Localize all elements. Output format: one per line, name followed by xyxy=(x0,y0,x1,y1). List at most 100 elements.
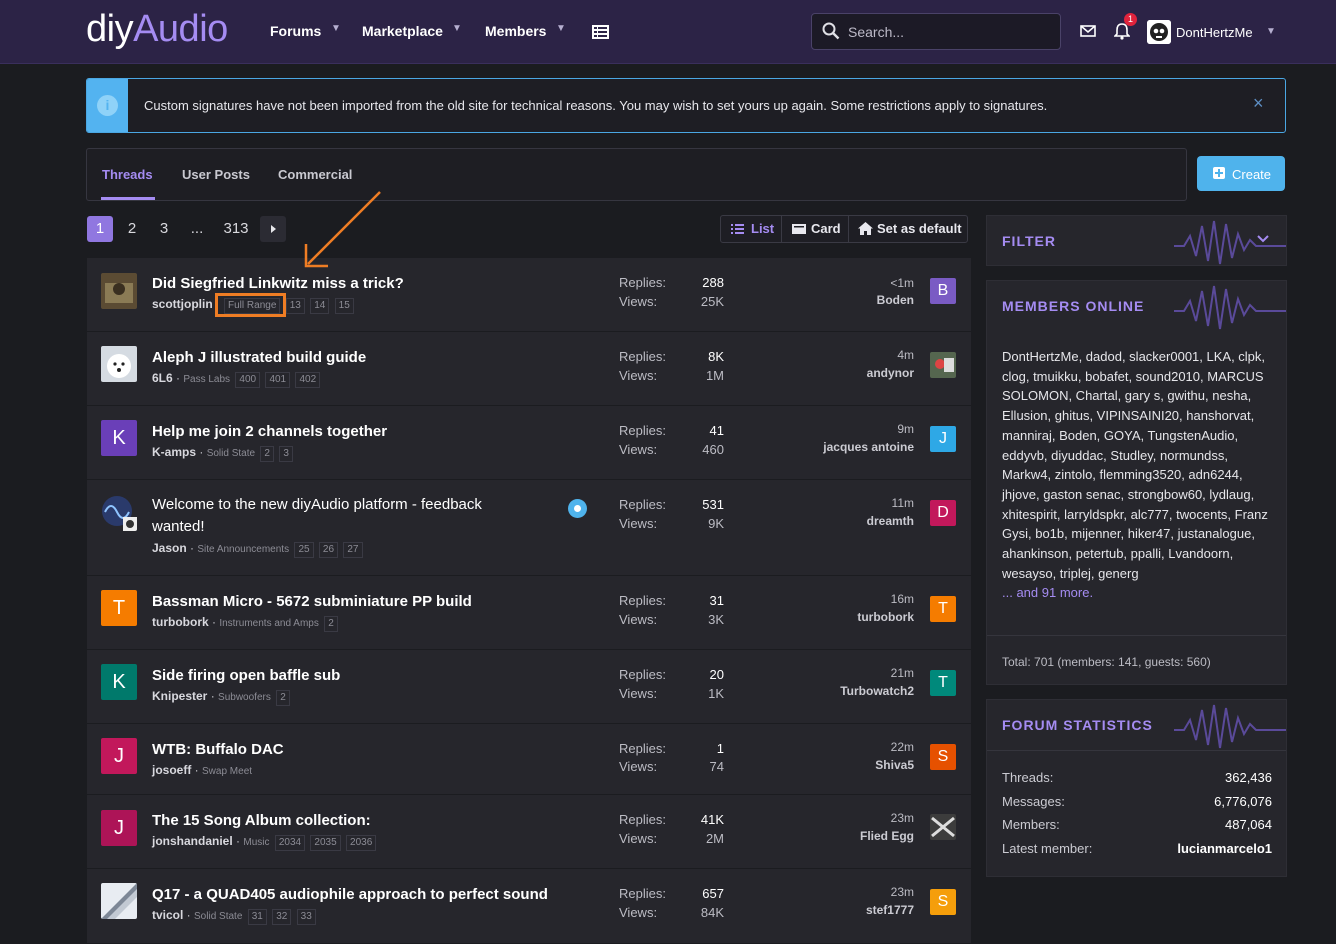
next-page-button[interactable] xyxy=(260,216,286,242)
page-link[interactable]: 33 xyxy=(296,909,316,925)
last-poster-avatar[interactable]: T xyxy=(930,596,956,622)
thread-title[interactable]: Aleph J illustrated build guide xyxy=(152,349,366,366)
last-post-user[interactable]: jacques antoine xyxy=(714,440,914,454)
last-post-time[interactable]: 9m xyxy=(784,422,914,436)
forum-link[interactable]: Pass Labs xyxy=(183,374,230,385)
thread-author-avatar[interactable]: T xyxy=(101,590,137,626)
page-link[interactable]: 401 xyxy=(265,372,291,388)
page-link[interactable]: 400 xyxy=(235,372,261,388)
last-post-time[interactable]: 23m xyxy=(784,885,914,899)
last-post-user[interactable]: turbobork xyxy=(714,610,914,624)
last-post-user[interactable]: stef1777 xyxy=(714,903,914,917)
page-ellipsis[interactable]: ... xyxy=(189,216,205,242)
thread-row[interactable]: J The 15 Song Album collection: jonshand… xyxy=(87,795,971,869)
last-poster-avatar[interactable]: J xyxy=(930,426,956,452)
last-post-time[interactable]: 22m xyxy=(784,740,914,754)
thread-row[interactable]: Aleph J illustrated build guide 6L6 · Pa… xyxy=(87,332,971,406)
latest-member-link[interactable]: lucianmarcelo1 xyxy=(1177,841,1272,856)
thread-author-avatar[interactable]: J xyxy=(101,738,137,774)
thread-row[interactable]: T Bassman Micro - 5672 subminiature PP b… xyxy=(87,576,971,650)
page-3[interactable]: 3 xyxy=(157,216,171,242)
close-icon[interactable]: × xyxy=(1253,93,1264,114)
chevron-down-icon[interactable]: ▼ xyxy=(452,23,462,34)
thread-row[interactable]: Welcome to the new diyAudio platform - f… xyxy=(87,480,971,576)
thread-author[interactable]: josoeff xyxy=(152,763,191,777)
page-link[interactable]: 402 xyxy=(295,372,321,388)
last-post-time[interactable]: 4m xyxy=(784,348,914,362)
page-link[interactable]: 2 xyxy=(260,446,274,462)
thread-author[interactable]: Jason xyxy=(152,541,187,555)
site-logo[interactable]: diyAudio xyxy=(86,8,228,51)
page-link[interactable]: 2036 xyxy=(346,835,377,851)
page-link[interactable]: 2035 xyxy=(310,835,341,851)
page-link[interactable]: 25 xyxy=(294,542,314,558)
thread-title[interactable]: Bassman Micro - 5672 subminiature PP bui… xyxy=(152,593,472,610)
search-input[interactable]: Search... xyxy=(811,13,1061,50)
forum-statistics-heading[interactable]: FORUM STATISTICS xyxy=(1002,717,1153,733)
page-link[interactable]: 14 xyxy=(310,298,330,314)
thread-row[interactable]: K Help me join 2 channels together K-amp… xyxy=(87,406,971,480)
forum-link[interactable]: Subwoofers xyxy=(218,692,271,703)
last-post-user[interactable]: Boden xyxy=(714,293,914,307)
online-more-link[interactable]: ... and 91 more. xyxy=(1002,585,1093,600)
chevron-down-icon[interactable] xyxy=(1256,234,1270,244)
thread-author[interactable]: tvicol xyxy=(152,908,183,922)
page-link[interactable]: 13 xyxy=(285,298,305,314)
nav-forums[interactable]: Forums xyxy=(270,23,321,39)
chevron-down-icon[interactable]: ▼ xyxy=(1266,26,1276,37)
thread-title[interactable]: WTB: Buffalo DAC xyxy=(152,741,284,758)
forum-link[interactable]: Solid State xyxy=(194,911,242,922)
thread-author-avatar[interactable]: K xyxy=(101,664,137,700)
thread-title[interactable]: Side firing open baffle sub xyxy=(152,667,340,684)
tab-commercial[interactable]: Commercial xyxy=(278,167,352,182)
thread-author[interactable]: turbobork xyxy=(152,615,209,629)
last-post-user[interactable]: dreamth xyxy=(714,514,914,528)
thread-author[interactable]: 6L6 xyxy=(152,371,173,385)
forum-link[interactable]: Solid State xyxy=(207,448,255,459)
thread-title[interactable]: Q17 - a QUAD405 audiophile approach to p… xyxy=(152,886,548,903)
last-poster-avatar[interactable] xyxy=(930,814,956,840)
last-post-time[interactable]: 21m xyxy=(784,666,914,680)
list-view-button[interactable]: List xyxy=(721,216,781,242)
username-menu[interactable]: DontHertzMe xyxy=(1176,25,1253,40)
thread-title[interactable]: Help me join 2 channels together xyxy=(152,423,387,440)
forum-link[interactable]: Instruments and Amps xyxy=(219,618,319,629)
forum-link[interactable]: Site Announcements xyxy=(197,544,289,555)
page-last[interactable]: 313 xyxy=(221,216,251,242)
last-post-time[interactable]: 11m xyxy=(784,496,914,510)
last-post-user[interactable]: Flied Egg xyxy=(714,829,914,843)
card-view-button[interactable]: Card xyxy=(782,216,848,242)
page-link[interactable]: 3 xyxy=(279,446,293,462)
nav-members[interactable]: Members xyxy=(485,23,546,39)
thread-author-avatar[interactable] xyxy=(101,883,137,919)
create-button[interactable]: Create xyxy=(1197,156,1285,191)
nav-marketplace[interactable]: Marketplace xyxy=(362,23,443,39)
last-post-time[interactable]: 23m xyxy=(784,811,914,825)
mail-icon[interactable] xyxy=(1080,25,1096,37)
whats-new-list-icon[interactable] xyxy=(592,25,609,39)
thread-author-avatar[interactable]: K xyxy=(101,420,137,456)
online-members-names[interactable]: DontHertzMe, dadod, slacker0001, LKA, cl… xyxy=(1002,349,1268,581)
page-link[interactable]: 32 xyxy=(272,909,292,925)
forum-link[interactable]: Swap Meet xyxy=(202,766,252,777)
page-link[interactable]: 27 xyxy=(343,542,363,558)
last-post-user[interactable]: andynor xyxy=(714,366,914,380)
thread-title[interactable]: Did Siegfried Linkwitz miss a trick? xyxy=(152,275,404,292)
last-post-time[interactable]: 16m xyxy=(784,592,914,606)
chevron-down-icon[interactable]: ▼ xyxy=(556,23,566,34)
page-1[interactable]: 1 xyxy=(87,216,113,242)
members-online-heading[interactable]: MEMBERS ONLINE xyxy=(1002,298,1144,314)
last-post-user[interactable]: Shiva5 xyxy=(714,758,914,772)
thread-title[interactable]: The 15 Song Album collection: xyxy=(152,812,371,829)
thread-author-avatar[interactable] xyxy=(101,495,137,531)
page-link[interactable]: 2 xyxy=(324,616,338,632)
filter-block[interactable]: FILTER xyxy=(986,215,1287,266)
page-2[interactable]: 2 xyxy=(124,216,140,242)
chevron-down-icon[interactable]: ▼ xyxy=(331,23,341,34)
tab-threads[interactable]: Threads xyxy=(102,167,153,182)
page-link[interactable]: 2 xyxy=(276,690,290,706)
thread-author[interactable]: scottjoplin xyxy=(152,297,213,311)
last-poster-avatar[interactable]: B xyxy=(930,278,956,304)
thread-row[interactable]: Q17 - a QUAD405 audiophile approach to p… xyxy=(87,869,971,944)
thread-author[interactable]: Knipester xyxy=(152,689,207,703)
